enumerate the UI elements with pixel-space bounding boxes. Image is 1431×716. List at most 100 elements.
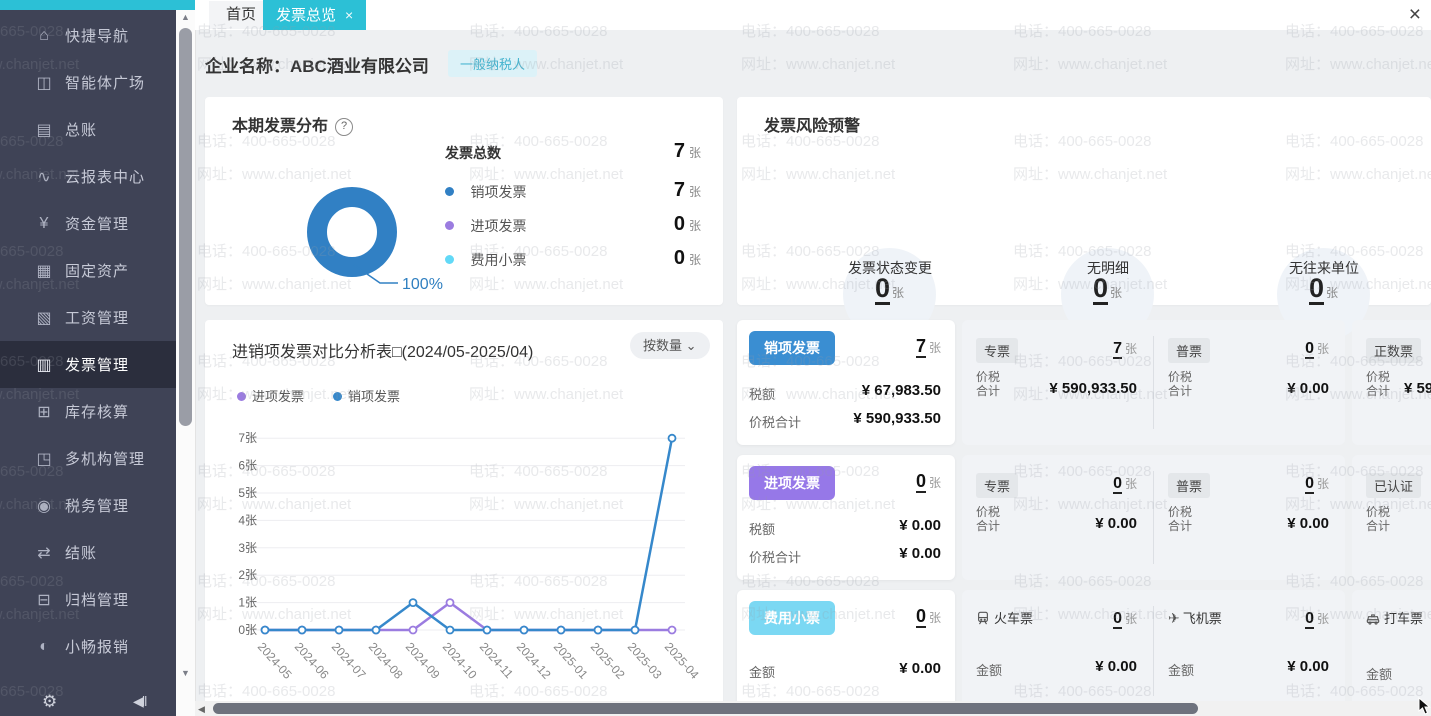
- sidebar-item-label: 小畅报销: [65, 636, 129, 657]
- sidebar-item-agent-plaza[interactable]: ◫智能体广场: [0, 59, 176, 106]
- expense-receipt-button[interactable]: 费用小票: [749, 601, 835, 635]
- sales-invoice-button[interactable]: 销项发票: [749, 331, 835, 365]
- svg-text:2025-04: 2025-04: [662, 640, 702, 682]
- total-with-tax-value: ¥ 0.00: [899, 545, 941, 562]
- sidebar-item-fixed-assets[interactable]: ▦固定资产: [0, 247, 176, 294]
- taxi-ticket-panel: 打车票 金额: [1352, 590, 1431, 712]
- svg-text:4张: 4张: [238, 513, 257, 527]
- svg-text:2024-11: 2024-11: [477, 640, 516, 682]
- plane-ticket-count[interactable]: 0张: [1305, 610, 1329, 628]
- cloud-reports-icon: ∿: [33, 167, 55, 187]
- chart-legend-purchase[interactable]: 进项发票: [237, 386, 304, 405]
- sidebar-menu: ⌂快捷导航◫智能体广场▤总账∿云报表中心¥资金管理▦固定资产 ▧ 工资管理 ▥发票管理…: [0, 12, 176, 670]
- scroll-left-icon[interactable]: ◀: [198, 704, 205, 715]
- svg-text:2025-02: 2025-02: [588, 640, 628, 682]
- svg-text:5张: 5张: [238, 486, 257, 500]
- total-with-tax-label: 价税合计: [749, 547, 801, 566]
- general-invoice-badge: 普票: [1168, 338, 1210, 363]
- certified-invoice-panel: 已认证 价税合计: [1352, 455, 1431, 580]
- mute-speaker-icon[interactable]: ◀‖: [133, 693, 146, 710]
- expense-count[interactable]: 0张: [916, 606, 941, 627]
- special-invoice-badge: 专票: [976, 473, 1018, 498]
- reimburse-icon: ◐: [33, 638, 55, 656]
- tax-icon: ◉: [33, 496, 55, 516]
- special-count[interactable]: 7张: [1113, 340, 1137, 358]
- legend-expense-row[interactable]: 费用小票 0张: [445, 250, 701, 274]
- sales-dot-icon: [445, 187, 454, 196]
- tab-invoice-overview[interactable]: 发票总览×: [263, 0, 366, 30]
- horizontal-scrollbar[interactable]: ◀: [195, 701, 1431, 716]
- svg-text:2024-06: 2024-06: [292, 640, 332, 682]
- risk-no-detail[interactable]: 0张 无明细: [1013, 97, 1203, 305]
- general-count[interactable]: 0张: [1305, 340, 1329, 358]
- close-icon[interactable]: ×: [1409, 1, 1421, 29]
- sidebar-item-archive[interactable]: ⊟ 归档管理: [0, 576, 176, 623]
- horizontal-scrollbar-thumb[interactable]: [213, 703, 1198, 714]
- svg-text:2024-07: 2024-07: [329, 640, 369, 682]
- total-with-tax-label: 价税合计: [976, 505, 1006, 534]
- sidebar-item-reimburse[interactable]: ◐ 小畅报销: [0, 623, 176, 670]
- sidebar-footer: ⚙ ◀‖: [0, 690, 176, 716]
- sidebar-item-inventory[interactable]: ⊞库存核算: [0, 388, 176, 435]
- special-count[interactable]: 0张: [1113, 475, 1137, 493]
- train-ticket-label: 火车票: [976, 608, 1033, 627]
- general-count[interactable]: 0张: [1305, 475, 1329, 493]
- train-ticket-count[interactable]: 0张: [1113, 610, 1137, 628]
- sidebar-item-label: 税务管理: [65, 495, 129, 516]
- sidebar-item-general-ledger[interactable]: ▤总账: [0, 106, 176, 153]
- special-invoice-badge: 专票: [976, 338, 1018, 363]
- risk-status-change[interactable]: 0张 发票状态变更: [795, 97, 985, 305]
- purchase-invoice-button[interactable]: 进项发票: [749, 466, 835, 500]
- taxpayer-type-badge: 一般纳税人: [448, 50, 537, 77]
- by-quantity-dropdown[interactable]: 按数量 ⌄: [630, 332, 710, 359]
- sidebar: ⌂快捷导航◫智能体广场▤总账∿云报表中心¥资金管理▦固定资产 ▧ 工资管理 ▥发票管理…: [0, 0, 176, 716]
- sidebar-item-cloud-reports[interactable]: ∿云报表中心: [0, 153, 176, 200]
- chart-legend-sales[interactable]: 销项发票: [333, 386, 400, 405]
- special-invoice-block: 专票 7张 价税合计 ¥ 590,933.50: [962, 320, 1153, 445]
- plane-icon: ✈: [1168, 610, 1180, 626]
- sidebar-scrollbar[interactable]: ▲ ▼: [176, 0, 196, 716]
- purchase-subtypes-panel: 专票 0张 价税合计 ¥ 0.00 普票 0张 价税合计 ¥ 0.00: [962, 455, 1345, 580]
- legend-purchase-row[interactable]: 进项发票 0张: [445, 216, 701, 240]
- tab-close-icon[interactable]: ×: [345, 7, 353, 23]
- svg-text:2025-01: 2025-01: [551, 640, 591, 682]
- purchase-count[interactable]: 0张: [916, 471, 941, 492]
- help-icon[interactable]: ?: [335, 118, 353, 136]
- closing-icon: ⇄: [33, 543, 55, 563]
- legend-sales-row[interactable]: 销项发票 7张: [445, 182, 701, 206]
- total-with-tax-label: 价税合计: [749, 412, 801, 431]
- train-icon: [976, 611, 990, 625]
- scroll-up-icon[interactable]: ▲: [176, 12, 195, 22]
- sidebar-item-label: 归档管理: [65, 589, 129, 610]
- tax-amount-label: 税额: [749, 519, 775, 538]
- sidebar-item-label: 工资管理: [65, 307, 129, 328]
- sidebar-item-label: 智能体广场: [65, 72, 145, 93]
- sidebar-item-label: 结账: [65, 542, 97, 563]
- sidebar-item-funds[interactable]: ¥资金管理: [0, 200, 176, 247]
- inventory-icon: ⊞: [33, 402, 55, 422]
- sidebar-item-tax[interactable]: ◉ 税务管理: [0, 482, 176, 529]
- sidebar-scrollbar-thumb[interactable]: [179, 28, 192, 426]
- svg-text:2张: 2张: [238, 568, 257, 582]
- payroll-icon: ▧: [33, 308, 55, 328]
- scroll-down-icon[interactable]: ▼: [176, 668, 195, 678]
- sidebar-item-payroll[interactable]: ▧ 工资管理: [0, 294, 176, 341]
- sidebar-item-multi-org[interactable]: ◳多机构管理: [0, 435, 176, 482]
- sidebar-item-invoice[interactable]: ▥发票管理: [0, 341, 176, 388]
- risk-no-counterparty[interactable]: 0张 无往来单位: [1229, 97, 1419, 305]
- positive-invoice-badge: 正数票: [1366, 338, 1421, 363]
- archive-icon: ⊟: [33, 590, 55, 610]
- sales-dot-icon: [333, 392, 342, 401]
- sidebar-item-home[interactable]: ⌂快捷导航: [0, 12, 176, 59]
- sales-count[interactable]: 7张: [916, 336, 941, 357]
- gear-icon[interactable]: ⚙: [42, 692, 57, 712]
- general-invoice-block: 普票 0张 价税合计 ¥ 0.00: [1154, 320, 1345, 445]
- panel-title: 本期发票分布?: [232, 112, 353, 136]
- svg-text:2024-08: 2024-08: [366, 640, 406, 682]
- sidebar-item-closing[interactable]: ⇄ 结账: [0, 529, 176, 576]
- train-ticket-block: 火车票 0张 金额 ¥ 0.00: [962, 590, 1153, 712]
- svg-text:2024-12: 2024-12: [514, 640, 554, 682]
- line-chart: 0张1张2张3张4张5张6张7张2024-052024-062024-07202…: [215, 415, 715, 715]
- sidebar-item-label: 资金管理: [65, 213, 129, 234]
- plane-ticket-block: ✈飞机票 0张 金额 ¥ 0.00: [1154, 590, 1345, 712]
